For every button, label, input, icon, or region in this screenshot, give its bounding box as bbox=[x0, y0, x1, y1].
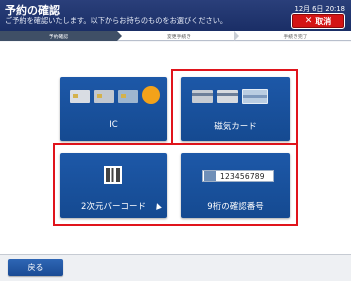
number-card-icon: 123456789 bbox=[202, 170, 274, 182]
step-arrow-icon bbox=[117, 31, 122, 41]
confirmation-number-option-button[interactable]: 123456789 9桁の確認番号 bbox=[181, 153, 290, 218]
back-button-label: 戻る bbox=[27, 263, 44, 272]
qr-code-option-button[interactable]: 2次元バーコード bbox=[60, 153, 167, 218]
page-subtitle: ご予約を確認いたします。以下からお持ちのものをお選びください。 bbox=[5, 16, 228, 25]
step-confirm: 予約確認 bbox=[0, 31, 117, 41]
magnetic-card-option-label: 磁気カード bbox=[214, 122, 257, 132]
cancel-button-label: 取消 bbox=[315, 16, 332, 26]
ic-card-icon bbox=[70, 90, 90, 103]
back-button[interactable]: 戻る bbox=[8, 259, 63, 276]
step-label: 変更手続き bbox=[167, 34, 191, 40]
step-label: 予約確認 bbox=[48, 34, 69, 40]
sample-number-text: 123456789 bbox=[220, 171, 265, 181]
qr-code-icon bbox=[104, 166, 122, 184]
datetime-display: 12月 6日 20:18 bbox=[294, 5, 345, 13]
confirmation-number-option-label: 9桁の確認番号 bbox=[207, 202, 264, 212]
step-change: 変更手続き bbox=[123, 31, 235, 41]
ic-option-button[interactable]: IC bbox=[60, 77, 167, 141]
magnetic-card-option-button[interactable]: 磁気カード bbox=[181, 77, 290, 141]
step-arrow-icon bbox=[234, 31, 239, 41]
step-label: 手続き完了 bbox=[283, 34, 308, 40]
ic-card-icon bbox=[94, 90, 114, 103]
footer-bar: 戻る bbox=[0, 254, 351, 281]
ic-option-label: IC bbox=[109, 120, 118, 130]
main-content: IC 磁気カード 2次元バーコード 123456789 9桁の確認番号 bbox=[0, 42, 351, 254]
ic-tag-icon bbox=[142, 86, 160, 104]
cancel-button[interactable]: ✕ 取消 bbox=[291, 13, 345, 29]
magnetic-card-icon bbox=[192, 90, 213, 103]
step-progress: 予約確認 変更手続き 手続き完了 bbox=[0, 31, 351, 41]
magnetic-card-icon bbox=[217, 90, 238, 103]
ic-card-icon bbox=[118, 90, 138, 103]
close-icon: ✕ bbox=[304, 16, 313, 26]
step-complete: 手続き完了 bbox=[240, 31, 351, 41]
qr-code-option-label: 2次元バーコード bbox=[81, 202, 146, 212]
magnetic-card-icon bbox=[242, 89, 268, 104]
header-bar: 予約の確認 ご予約を確認いたします。以下からお持ちのものをお選びください。 12… bbox=[0, 0, 351, 31]
